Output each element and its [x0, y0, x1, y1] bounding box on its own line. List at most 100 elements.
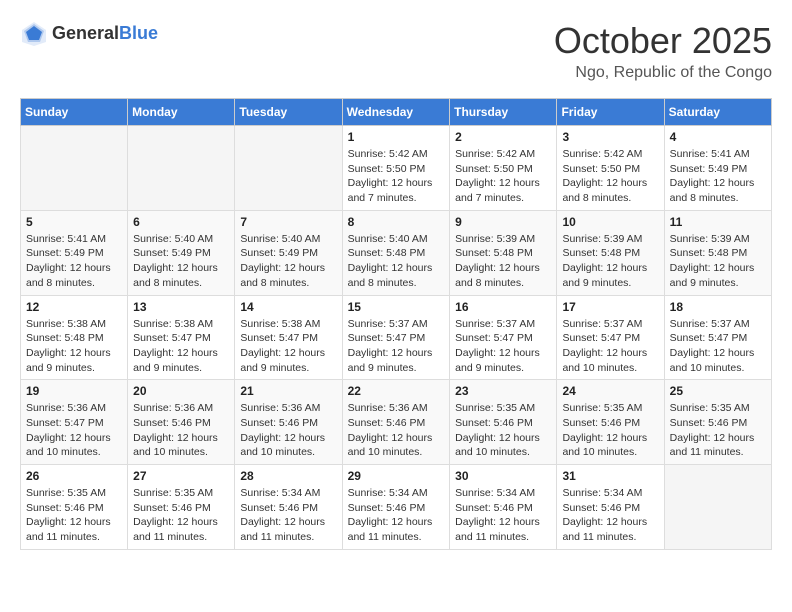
day-number: 24 — [562, 384, 658, 398]
calendar-cell: 27 Sunrise: 5:35 AMSunset: 5:46 PMDayligh… — [128, 465, 235, 550]
calendar-week-row: 12Sunrise: 5:38 AMSunset: 5:48 PMDayligh… — [21, 295, 772, 380]
calendar-week-row: 19 Sunrise: 5:36 AMSunset: 5:47 PMDayligh… — [21, 380, 772, 465]
day-number: 7 — [240, 215, 336, 229]
day-number: 4 — [670, 130, 766, 144]
calendar-cell: 26 Sunrise: 5:35 AMSunset: 5:46 PMDayligh… — [21, 465, 128, 550]
calendar-cell — [21, 126, 128, 211]
day-number: 10 — [562, 215, 658, 229]
calendar-week-row: 5Sunrise: 5:41 AMSunset: 5:49 PMDaylight… — [21, 210, 772, 295]
calendar-cell: 15 Sunrise: 5:37 AMSunset: 5:47 PMDayligh… — [342, 295, 450, 380]
calendar-cell: 8Sunrise: 5:40 AMSunset: 5:48 PMDaylight… — [342, 210, 450, 295]
title-block: October 2025 Ngo, Republic of the Congo — [554, 20, 772, 82]
calendar-cell: 19 Sunrise: 5:36 AMSunset: 5:47 PMDayligh… — [21, 380, 128, 465]
day-info: Sunrise: 5:34 AMSunset: 5:46 PMDaylight:… — [348, 486, 445, 545]
day-number: 14 — [240, 300, 336, 314]
calendar-cell: 7 Sunrise: 5:40 AMSunset: 5:49 PMDaylight… — [235, 210, 342, 295]
day-number: 21 — [240, 384, 336, 398]
day-number: 13 — [133, 300, 229, 314]
day-number: 20 — [133, 384, 229, 398]
day-info: Sunrise: 5:38 AMSunset: 5:47 PMDaylight:… — [133, 317, 229, 376]
day-info: Sunrise: 5:35 AMSunset: 5:46 PMDaylight:… — [133, 486, 229, 545]
day-number: 17 — [562, 300, 658, 314]
day-info: Sunrise: 5:34 AMSunset: 5:46 PMDaylight:… — [562, 486, 658, 545]
weekday-header: Monday — [128, 99, 235, 126]
logo-text: General Blue — [52, 23, 158, 45]
day-number: 25 — [670, 384, 766, 398]
calendar-cell: 4Sunrise: 5:41 AMSunset: 5:49 PMDaylight… — [664, 126, 771, 211]
logo: General Blue — [20, 20, 158, 48]
day-number: 6 — [133, 215, 229, 229]
day-number: 16 — [455, 300, 551, 314]
calendar-cell — [235, 126, 342, 211]
calendar-cell: 11Sunrise: 5:39 AMSunset: 5:48 PMDayligh… — [664, 210, 771, 295]
calendar-cell: 5Sunrise: 5:41 AMSunset: 5:49 PMDaylight… — [21, 210, 128, 295]
day-number: 26 — [26, 469, 122, 483]
weekday-header: Sunday — [21, 99, 128, 126]
logo-general: General — [52, 23, 119, 45]
day-info: Sunrise: 5:40 AMSunset: 5:49 PMDaylight:… — [240, 232, 336, 291]
calendar-cell: 20 Sunrise: 5:36 AMSunset: 5:46 PMDayligh… — [128, 380, 235, 465]
day-info: Sunrise: 5:40 AMSunset: 5:48 PMDaylight:… — [348, 232, 445, 291]
weekday-header: Thursday — [450, 99, 557, 126]
weekday-header-row: SundayMondayTuesdayWednesdayThursdayFrid… — [21, 99, 772, 126]
day-info: Sunrise: 5:39 AMSunset: 5:48 PMDaylight:… — [670, 232, 766, 291]
calendar-cell: 3 Sunrise: 5:42 AMSunset: 5:50 PMDaylight… — [557, 126, 664, 211]
day-info: Sunrise: 5:37 AMSunset: 5:47 PMDaylight:… — [455, 317, 551, 376]
calendar-cell: 1 Sunrise: 5:42 AMSunset: 5:50 PMDaylight… — [342, 126, 450, 211]
day-number: 23 — [455, 384, 551, 398]
day-number: 9 — [455, 215, 551, 229]
calendar-cell: 30 Sunrise: 5:34 AMSunset: 5:46 PMDayligh… — [450, 465, 557, 550]
page-header: General Blue October 2025 Ngo, Republic … — [20, 20, 772, 82]
calendar-cell: 29 Sunrise: 5:34 AMSunset: 5:46 PMDayligh… — [342, 465, 450, 550]
calendar-cell: 22 Sunrise: 5:36 AMSunset: 5:46 PMDayligh… — [342, 380, 450, 465]
day-number: 31 — [562, 469, 658, 483]
day-info: Sunrise: 5:36 AMSunset: 5:46 PMDaylight:… — [240, 401, 336, 460]
day-info: Sunrise: 5:38 AMSunset: 5:47 PMDaylight:… — [240, 317, 336, 376]
day-info: Sunrise: 5:40 AMSunset: 5:49 PMDaylight:… — [133, 232, 229, 291]
calendar-cell: 9 Sunrise: 5:39 AMSunset: 5:48 PMDaylight… — [450, 210, 557, 295]
calendar-week-row: 26 Sunrise: 5:35 AMSunset: 5:46 PMDayligh… — [21, 465, 772, 550]
day-info: Sunrise: 5:42 AMSunset: 5:50 PMDaylight:… — [562, 147, 658, 206]
day-number: 27 — [133, 469, 229, 483]
day-info: Sunrise: 5:35 AMSunset: 5:46 PMDaylight:… — [26, 486, 122, 545]
day-info: Sunrise: 5:37 AMSunset: 5:47 PMDaylight:… — [562, 317, 658, 376]
calendar-cell: 31 Sunrise: 5:34 AMSunset: 5:46 PMDayligh… — [557, 465, 664, 550]
calendar-cell: 14 Sunrise: 5:38 AMSunset: 5:47 PMDayligh… — [235, 295, 342, 380]
calendar-cell: 10 Sunrise: 5:39 AMSunset: 5:48 PMDayligh… — [557, 210, 664, 295]
calendar-cell: 24Sunrise: 5:35 AMSunset: 5:46 PMDayligh… — [557, 380, 664, 465]
day-info: Sunrise: 5:39 AMSunset: 5:48 PMDaylight:… — [562, 232, 658, 291]
day-info: Sunrise: 5:35 AMSunset: 5:46 PMDaylight:… — [670, 401, 766, 460]
calendar-cell: 25 Sunrise: 5:35 AMSunset: 5:46 PMDayligh… — [664, 380, 771, 465]
day-number: 1 — [348, 130, 445, 144]
day-info: Sunrise: 5:36 AMSunset: 5:47 PMDaylight:… — [26, 401, 122, 460]
day-info: Sunrise: 5:36 AMSunset: 5:46 PMDaylight:… — [133, 401, 229, 460]
day-number: 2 — [455, 130, 551, 144]
day-info: Sunrise: 5:42 AMSunset: 5:50 PMDaylight:… — [455, 147, 551, 206]
day-info: Sunrise: 5:39 AMSunset: 5:48 PMDaylight:… — [455, 232, 551, 291]
day-info: Sunrise: 5:37 AMSunset: 5:47 PMDaylight:… — [348, 317, 445, 376]
calendar: SundayMondayTuesdayWednesdayThursdayFrid… — [20, 98, 772, 550]
weekday-header: Saturday — [664, 99, 771, 126]
day-number: 3 — [562, 130, 658, 144]
day-info: Sunrise: 5:34 AMSunset: 5:46 PMDaylight:… — [455, 486, 551, 545]
day-number: 19 — [26, 384, 122, 398]
day-number: 22 — [348, 384, 445, 398]
calendar-week-row: 1 Sunrise: 5:42 AMSunset: 5:50 PMDaylight… — [21, 126, 772, 211]
calendar-cell: 6 Sunrise: 5:40 AMSunset: 5:49 PMDaylight… — [128, 210, 235, 295]
calendar-cell: 16 Sunrise: 5:37 AMSunset: 5:47 PMDayligh… — [450, 295, 557, 380]
day-info: Sunrise: 5:41 AMSunset: 5:49 PMDaylight:… — [26, 232, 122, 291]
day-info: Sunrise: 5:35 AMSunset: 5:46 PMDaylight:… — [455, 401, 551, 460]
day-number: 12 — [26, 300, 122, 314]
calendar-cell: 28Sunrise: 5:34 AMSunset: 5:46 PMDayligh… — [235, 465, 342, 550]
calendar-cell — [664, 465, 771, 550]
day-number: 15 — [348, 300, 445, 314]
calendar-cell — [128, 126, 235, 211]
day-number: 28 — [240, 469, 336, 483]
calendar-cell: 12Sunrise: 5:38 AMSunset: 5:48 PMDayligh… — [21, 295, 128, 380]
calendar-cell: 13 Sunrise: 5:38 AMSunset: 5:47 PMDayligh… — [128, 295, 235, 380]
day-info: Sunrise: 5:42 AMSunset: 5:50 PMDaylight:… — [348, 147, 445, 206]
day-number: 29 — [348, 469, 445, 483]
day-number: 30 — [455, 469, 551, 483]
calendar-cell: 21 Sunrise: 5:36 AMSunset: 5:46 PMDayligh… — [235, 380, 342, 465]
day-info: Sunrise: 5:36 AMSunset: 5:46 PMDaylight:… — [348, 401, 445, 460]
